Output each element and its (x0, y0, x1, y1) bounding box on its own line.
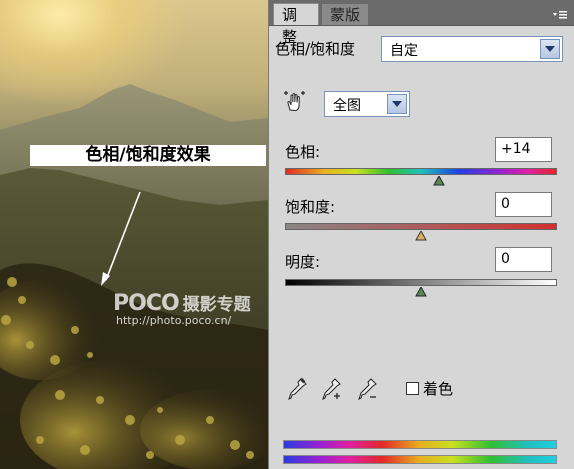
chevron-down-icon[interactable] (387, 94, 407, 114)
saturation-input[interactable]: 0 (495, 192, 552, 217)
targeted-adjustment-hand-icon[interactable] (283, 90, 307, 114)
watermark: POCO 摄影专题 http://photo.poco.cn/ (113, 290, 251, 327)
adjustments-panel: 调整 蒙版 色相/饱和度 自定 全图 色相: +14 饱和度: 0 明度: 0 … (268, 0, 574, 469)
hue-slider-track[interactable] (285, 168, 557, 175)
saturation-label: 饱和度: (285, 198, 336, 216)
eyedropper-subtract-icon[interactable] (357, 377, 379, 401)
adjustment-type-label: 色相/饱和度 (275, 40, 356, 58)
landscape-image (0, 84, 268, 469)
photo-preview: 色相/饱和度效果 POCO 摄影专题 http://photo.poco.cn/ (0, 0, 268, 469)
panel-tab-bar: 调整 蒙版 (269, 0, 574, 46)
watermark-url: http://photo.poco.cn/ (116, 314, 232, 327)
colorize-label: 着色 (423, 380, 454, 398)
lightness-slider-track[interactable] (285, 279, 557, 286)
panel-menu-icon[interactable] (552, 7, 568, 19)
tab-masks[interactable]: 蒙版 (321, 3, 369, 25)
saturation-slider-track[interactable] (285, 223, 557, 230)
edit-range-value: 全图 (333, 98, 361, 114)
eyedropper-icon[interactable] (287, 377, 309, 401)
colorize-checkbox[interactable] (406, 382, 419, 395)
edit-range-dropdown[interactable]: 全图 (324, 91, 410, 117)
watermark-logo: POCO (113, 291, 180, 316)
chevron-down-icon[interactable] (540, 39, 560, 59)
eyedropper-add-icon[interactable] (321, 377, 343, 401)
source-color-bar (283, 440, 557, 449)
hue-label: 色相: (285, 143, 321, 161)
watermark-title: 摄影专题 (182, 295, 251, 315)
hue-input[interactable]: +14 (495, 137, 552, 162)
tab-adjustments[interactable]: 调整 (273, 3, 319, 46)
effect-caption: 色相/饱和度效果 (30, 145, 266, 166)
preset-value: 自定 (390, 43, 418, 59)
preset-dropdown[interactable]: 自定 (381, 36, 563, 62)
lightness-label: 明度: (285, 253, 321, 271)
result-color-bar (283, 455, 557, 464)
lightness-input[interactable]: 0 (495, 247, 552, 272)
